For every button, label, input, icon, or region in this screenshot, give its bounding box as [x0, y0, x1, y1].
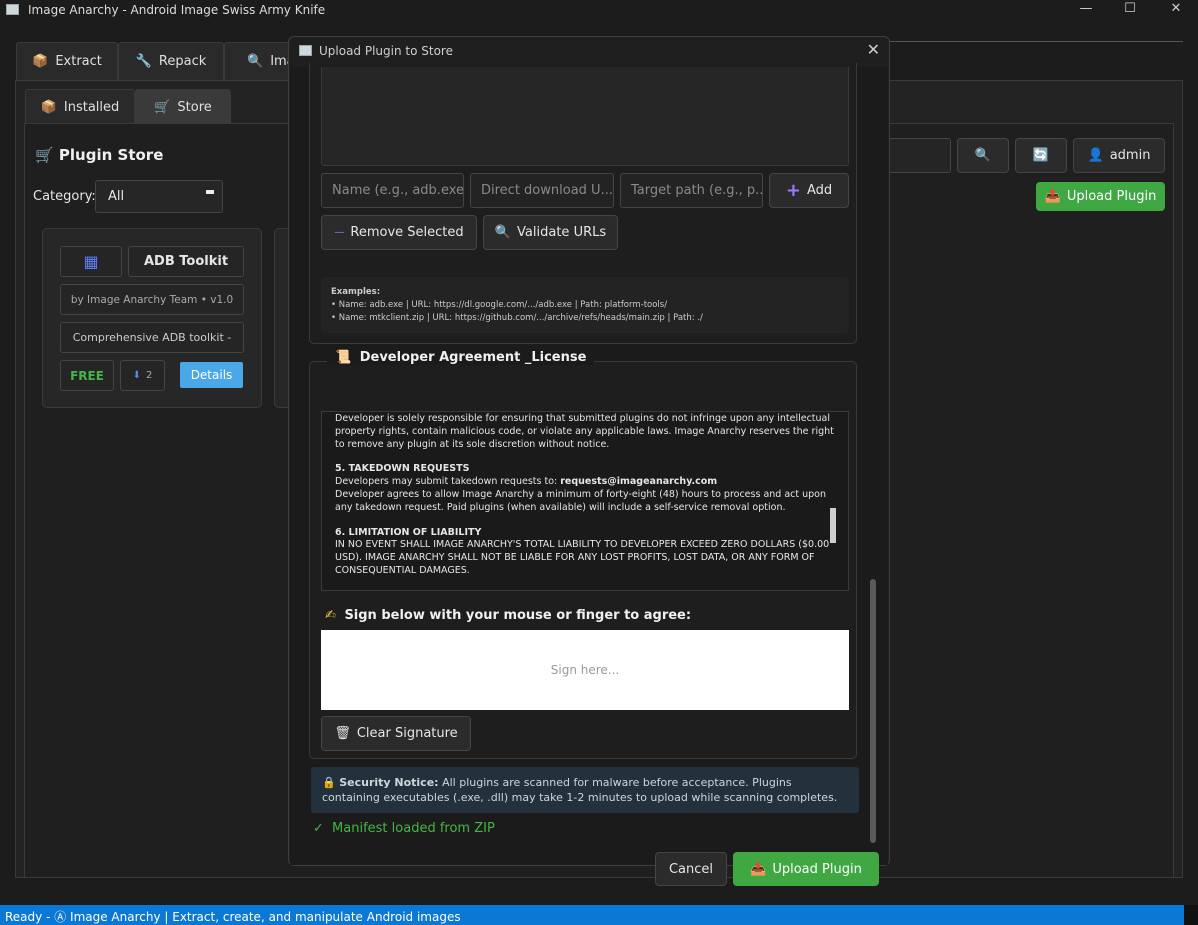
search-icon: 🔍 [494, 225, 512, 240]
maximize-button[interactable]: ☐ [1107, 0, 1153, 20]
trash-icon: 🗑 [334, 726, 351, 741]
plugin-icon: ▦ [60, 246, 122, 277]
signature-pad[interactable]: Sign here... [321, 630, 849, 710]
search-input[interactable] [885, 138, 951, 173]
window-title: Image Anarchy - Android Image Swiss Army… [28, 3, 326, 17]
close-icon[interactable]: ✕ [867, 40, 880, 59]
price-badge: FREE [60, 360, 114, 391]
upload-icon: 📤 [750, 861, 767, 877]
cart-icon: 🛒 [35, 146, 54, 164]
tab-image[interactable]: 🔍 Ima [224, 42, 296, 80]
example-line: • Name: adb.exe | URL: https://dl.google… [331, 300, 668, 310]
upload-plugin-dialog: Upload Plugin to Store ✕ Name (e.g., adb… [288, 36, 890, 886]
add-dependency-button[interactable]: + Add [769, 173, 849, 208]
dialog-scrollbar[interactable] [870, 579, 876, 843]
search-icon: 🔍 [974, 148, 992, 163]
dependencies-list[interactable] [321, 67, 849, 166]
tab-installed[interactable]: 📦 Installed [25, 89, 135, 124]
search-button[interactable]: 🔍 [957, 138, 1009, 173]
category-label: Category: [33, 189, 96, 204]
license-paragraph: Developers may submit takedown requests … [335, 476, 718, 488]
plus-icon: + [785, 180, 801, 201]
plugin-name: ADB Toolkit [128, 246, 244, 277]
clear-signature-button[interactable]: 🗑 Clear Signature [321, 716, 471, 751]
minimize-button[interactable]: — [1063, 0, 1109, 20]
agreement-title: 📜 Developer Agreement _License [327, 350, 595, 365]
app-icon [299, 45, 312, 56]
details-button[interactable]: Details [180, 362, 243, 388]
check-icon: ✓ [313, 821, 324, 836]
tab-label: Extract [55, 54, 102, 69]
scroll-icon: 📜 [335, 350, 352, 365]
tab-label: Repack [158, 54, 207, 69]
download-icon: ⬇ [132, 370, 141, 381]
category-select[interactable]: All [95, 180, 223, 213]
tab-repack[interactable]: 🔧 Repack [118, 42, 224, 80]
status-bar: Ready - Ⓐ Image Anarchy | Extract, creat… [0, 905, 1198, 925]
cancel-button[interactable]: Cancel [655, 852, 727, 886]
license-paragraph: Developer agrees to allow Image Anarchy … [335, 488, 827, 513]
tab-store[interactable]: 🛒 Store [135, 89, 231, 124]
security-notice: 🔒 Security Notice: All plugins are scann… [311, 767, 859, 813]
size-grip[interactable] [1184, 905, 1198, 925]
tab-label: Store [177, 99, 212, 115]
sign-label: ✍ Sign below with your mouse or finger t… [325, 608, 692, 623]
examples-box: Examples: • Name: adb.exe | URL: https:/… [321, 277, 849, 333]
wrench-icon: 🔧 [135, 54, 152, 69]
dependency-url-input[interactable]: Direct download U... [470, 173, 614, 208]
refresh-button[interactable]: 🔄 [1015, 138, 1067, 173]
lock-icon: 🔒 [322, 776, 336, 789]
magnifier-icon: 🔍 [247, 54, 264, 69]
example-line: • Name: mtkclient.zip | URL: https://git… [331, 313, 703, 323]
dialog-title: Upload Plugin to Store [319, 44, 453, 58]
dependency-name-input[interactable]: Name (e.g., adb.exe) [321, 173, 464, 208]
license-text[interactable]: Developer is solely responsible for ensu… [321, 411, 849, 591]
plugin-author: by Image Anarchy Team • v1.0 [60, 284, 244, 315]
upload-plugin-submit-button[interactable]: 📤 Upload Plugin [733, 852, 879, 886]
upload-plugin-button[interactable]: 📤 Upload Plugin [1036, 182, 1165, 211]
license-paragraph: IN NO EVENT SHALL IMAGE ANARCHY'S TOTAL … [335, 539, 830, 576]
downloads-badge: ⬇ 2 [120, 360, 165, 391]
plugin-description: Comprehensive ADB toolkit - [60, 322, 244, 353]
user-button[interactable]: 👤 admin [1073, 138, 1165, 173]
page-title: 🛒 Plugin Store [35, 146, 164, 164]
tab-label: Installed [63, 99, 120, 115]
upload-icon: 📤 [1044, 189, 1061, 204]
minus-icon: — [334, 227, 345, 238]
divider [885, 41, 1183, 42]
refresh-icon: 🔄 [1032, 148, 1050, 163]
writing-hand-icon: ✍ [325, 608, 336, 623]
examples-title: Examples: [331, 287, 381, 297]
tab-extract[interactable]: 📦 Extract [16, 42, 118, 80]
license-heading: 6. LIMITATION OF LIABILITY [335, 526, 482, 538]
cart-icon: 🛒 [154, 99, 171, 115]
dialog-body: Name (e.g., adb.exe) Direct download U..… [290, 63, 888, 886]
chevron-down-icon [206, 190, 214, 194]
dependency-path-input[interactable]: Target path (e.g., p... [620, 173, 763, 208]
license-scrollbar[interactable] [830, 508, 836, 543]
license-paragraph: Developer is solely responsible for ensu… [335, 413, 834, 450]
license-heading: 5. TAKEDOWN REQUESTS [335, 463, 470, 475]
package-icon: 📦 [32, 54, 49, 69]
license-email: requests@imageanarchy.com [560, 476, 718, 488]
close-window-button[interactable]: ✕ [1153, 0, 1198, 20]
app-icon [6, 4, 19, 15]
validate-urls-button[interactable]: 🔍 Validate URLs [483, 215, 618, 250]
remove-selected-button[interactable]: — Remove Selected [321, 215, 477, 250]
title-bar: Image Anarchy - Android Image Swiss Army… [0, 0, 1198, 20]
manifest-status: ✓ Manifest loaded from ZIP [313, 821, 495, 836]
package-icon: 📦 [40, 99, 57, 115]
user-icon: 👤 [1087, 148, 1104, 163]
